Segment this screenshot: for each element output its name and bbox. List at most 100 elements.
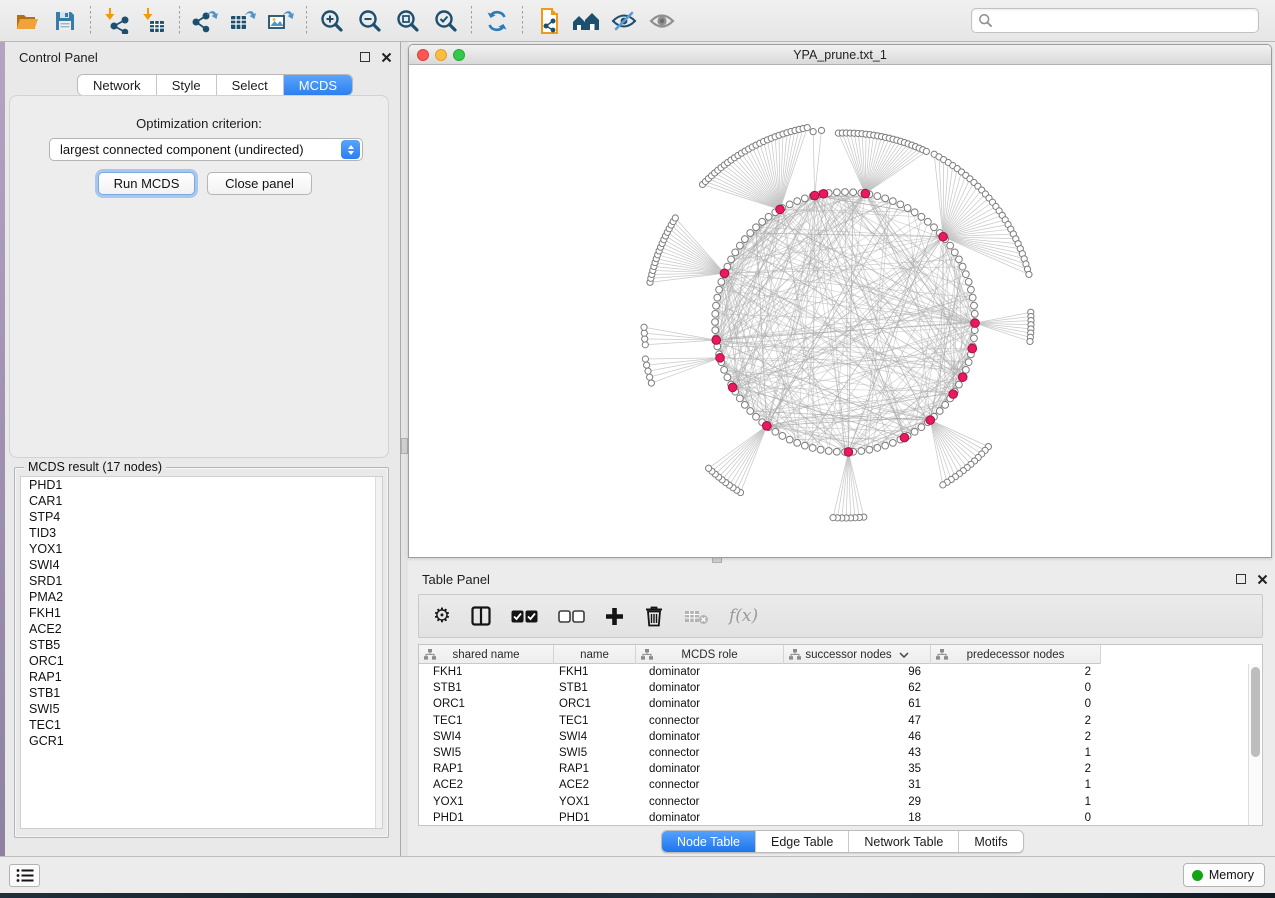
mcds-result-item[interactable]: SWI4: [21, 557, 382, 573]
leaf-node[interactable]: [644, 362, 650, 368]
export-table-button[interactable]: [224, 3, 262, 39]
network-node[interactable]: [716, 286, 723, 293]
new-network-from-selection-button[interactable]: [529, 3, 567, 39]
network-node[interactable]: [962, 271, 969, 278]
run-mcds-button[interactable]: Run MCDS: [98, 172, 195, 195]
mcds-result-item[interactable]: STB5: [21, 637, 382, 653]
close-panel-button[interactable]: Close panel: [207, 172, 312, 195]
network-node[interactable]: [971, 302, 978, 309]
criterion-select[interactable]: largest connected component (undirected): [49, 138, 363, 161]
mcds-result-item[interactable]: YOX1: [21, 541, 382, 557]
function-builder-button[interactable]: f(x): [729, 601, 758, 631]
mcds-result-item[interactable]: RAP1: [21, 669, 382, 685]
network-node[interactable]: [753, 224, 760, 231]
create-column-button[interactable]: [605, 601, 624, 631]
table-row[interactable]: ORC1ORC1dominator610: [419, 696, 1249, 712]
leaf-node[interactable]: [641, 324, 647, 330]
mcds-list-scrollbar[interactable]: [375, 477, 382, 828]
network-node[interactable]: [858, 448, 865, 455]
network-node[interactable]: [962, 366, 969, 373]
network-node[interactable]: [969, 294, 976, 301]
mcds-result-item[interactable]: TID3: [21, 525, 382, 541]
network-node[interactable]: [741, 236, 748, 243]
network-node[interactable]: [904, 205, 911, 212]
leaf-node[interactable]: [1026, 271, 1032, 277]
tab-style[interactable]: Style: [157, 75, 217, 95]
network-node[interactable]: [801, 195, 808, 202]
leaf-node[interactable]: [642, 356, 648, 362]
leaf-node[interactable]: [818, 127, 824, 133]
mcds-result-item[interactable]: STB1: [21, 685, 382, 701]
tab-edge-table[interactable]: Edge Table: [756, 831, 849, 852]
table-row[interactable]: YOX1YOX1connector291: [419, 794, 1249, 810]
leaf-node[interactable]: [706, 465, 712, 471]
table-scrollbar[interactable]: [1248, 664, 1261, 825]
deselect-all-button[interactable]: [558, 601, 585, 631]
mcds-hub-node[interactable]: [819, 189, 828, 198]
mcds-hub-node[interactable]: [949, 390, 958, 399]
export-image-button[interactable]: [262, 3, 300, 39]
mcds-hub-node[interactable]: [958, 373, 967, 382]
network-node[interactable]: [866, 446, 873, 453]
close-panel-icon[interactable]: [381, 52, 392, 63]
zoom-out-button[interactable]: [351, 3, 389, 39]
network-node[interactable]: [942, 401, 949, 408]
tab-node-table[interactable]: Node Table: [662, 831, 756, 852]
tab-network-table[interactable]: Network Table: [849, 831, 959, 852]
network-node[interactable]: [786, 201, 793, 208]
network-node[interactable]: [741, 401, 748, 408]
network-node[interactable]: [759, 218, 766, 225]
network-node[interactable]: [753, 413, 760, 420]
network-node[interactable]: [971, 335, 978, 342]
network-node[interactable]: [850, 189, 857, 196]
import-table-button[interactable]: [135, 3, 173, 39]
network-node[interactable]: [794, 439, 801, 446]
show-panels-button[interactable]: [9, 864, 40, 887]
leaf-node[interactable]: [940, 482, 946, 488]
leaf-node[interactable]: [923, 148, 929, 154]
network-node[interactable]: [965, 359, 972, 366]
network-node[interactable]: [801, 442, 808, 449]
delete-table-button[interactable]: [684, 601, 709, 631]
tab-motifs[interactable]: Motifs: [959, 831, 1022, 852]
zoom-selected-button[interactable]: [427, 3, 465, 39]
network-node[interactable]: [765, 213, 772, 220]
network-node[interactable]: [833, 448, 840, 455]
mcds-result-item[interactable]: TEC1: [21, 717, 382, 733]
network-node[interactable]: [794, 198, 801, 205]
tab-mcds[interactable]: MCDS: [284, 75, 352, 95]
mcds-hub-node[interactable]: [926, 416, 935, 425]
memory-button[interactable]: Memory: [1183, 863, 1265, 887]
network-node[interactable]: [825, 448, 832, 455]
network-node[interactable]: [721, 366, 728, 373]
select-all-button[interactable]: [511, 601, 538, 631]
network-node[interactable]: [951, 249, 958, 256]
network-node[interactable]: [712, 327, 719, 334]
network-node[interactable]: [959, 263, 966, 270]
network-node[interactable]: [882, 442, 889, 449]
network-node[interactable]: [947, 242, 954, 249]
network-node[interactable]: [736, 242, 743, 249]
leaf-node[interactable]: [672, 215, 678, 221]
network-node[interactable]: [874, 445, 881, 452]
mcds-hub-node[interactable]: [762, 422, 771, 431]
network-node[interactable]: [747, 230, 754, 237]
mcds-hub-node[interactable]: [720, 269, 729, 278]
leaf-node[interactable]: [645, 368, 651, 374]
leaf-node[interactable]: [830, 515, 836, 521]
network-node[interactable]: [889, 439, 896, 446]
network-node[interactable]: [931, 224, 938, 231]
tab-select[interactable]: Select: [217, 75, 284, 95]
network-node[interactable]: [732, 249, 739, 256]
hide-selected-button[interactable]: [605, 3, 643, 39]
network-node[interactable]: [724, 374, 731, 381]
zoom-fit-button[interactable]: [389, 3, 427, 39]
network-node[interactable]: [747, 408, 754, 415]
leaf-node[interactable]: [642, 342, 648, 348]
network-node[interactable]: [882, 195, 889, 202]
refresh-button[interactable]: [478, 3, 516, 39]
close-panel-icon[interactable]: [1257, 574, 1268, 585]
leaf-node[interactable]: [642, 336, 648, 342]
network-node[interactable]: [956, 381, 963, 388]
network-graph-canvas[interactable]: [409, 65, 1271, 557]
